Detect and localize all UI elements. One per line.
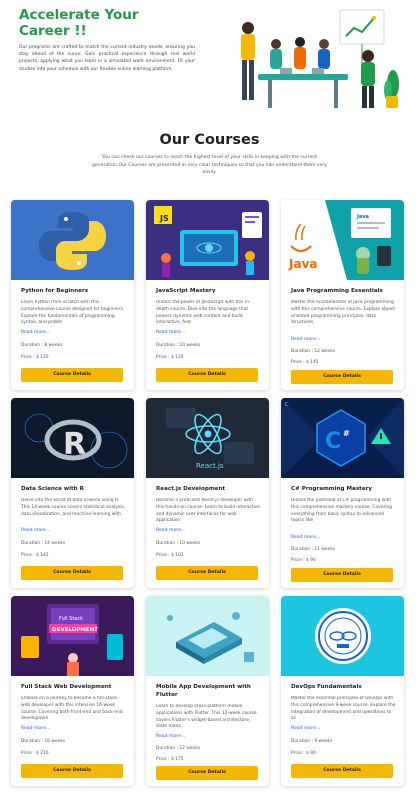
- read-more-link[interactable]: Read more...: [156, 330, 185, 335]
- course-description: Unlock the power of JavaScript with this…: [156, 300, 251, 326]
- course-description: Master the essential principles of DevOp…: [291, 696, 396, 722]
- svg-text:JS: JS: [159, 214, 169, 223]
- java-logo-icon: Java Java: [281, 200, 404, 280]
- course-duration: Duration : 16 weeks: [21, 739, 66, 744]
- course-image: Full Stack DEVELOPMENT: [11, 596, 134, 676]
- course-title: Mobile App Development with Flutter: [156, 684, 251, 698]
- course-description: Learn to develop cross-platform mobile a…: [156, 704, 257, 730]
- course-description: Learn Python from scratch with this comp…: [21, 300, 125, 326]
- course-image: JS: [146, 200, 269, 280]
- svg-text:React.js: React.js: [196, 462, 224, 470]
- hero-team-illustration: [228, 4, 400, 112]
- course-duration: Duration : 14 weeks: [21, 541, 66, 546]
- devops-badge-icon: [281, 596, 404, 676]
- svg-text:DEVELOPMENT: DEVELOPMENT: [52, 627, 98, 633]
- course-description: Unlock the potential of C# programming w…: [291, 498, 393, 524]
- course-card-flutter: Mobile App Development with Flutter Lear…: [146, 596, 269, 786]
- course-price: Price : $ 120: [21, 355, 49, 360]
- read-more-link[interactable]: Read more...: [21, 330, 50, 335]
- course-image: React.js: [146, 398, 269, 478]
- course-title: Python for Beginners: [21, 288, 89, 294]
- course-description: Master the fundamentals of Java programm…: [291, 300, 397, 326]
- course-price: Price : $ 145: [291, 360, 319, 365]
- react-logo-icon: React.js: [146, 398, 269, 478]
- course-price: Price : $ 175: [156, 757, 184, 762]
- course-image: [146, 596, 269, 676]
- read-more-link[interactable]: Read more...: [291, 535, 320, 540]
- csharp-logo-icon: C # C: [281, 398, 404, 478]
- course-description: Become a proficient React.js developer w…: [156, 498, 260, 524]
- course-description: Delve into the world of data science usi…: [21, 498, 126, 517]
- courses-section-subtitle: You can check our courses to reach the h…: [91, 155, 328, 175]
- course-title: Data Science with R: [21, 486, 84, 492]
- course-card-csharp: C # C C# Programming Mastery Unlock the …: [281, 398, 404, 588]
- python-logo-icon: [11, 200, 134, 280]
- course-card-react: React.js React.js Development Become a p…: [146, 398, 269, 588]
- course-image: R: [11, 398, 134, 478]
- svg-text:R: R: [63, 427, 86, 462]
- course-duration: Duration : 11 weeks: [291, 547, 336, 552]
- course-details-button[interactable]: Course Details: [156, 766, 258, 780]
- course-title: DevOps Fundamentals: [291, 684, 362, 690]
- course-duration: Duration : 10 weeks: [156, 541, 201, 546]
- course-card-devops: DevOps Fundamentals Master the essential…: [281, 596, 404, 786]
- svg-text:Java: Java: [288, 257, 317, 271]
- course-price: Price : $ 142: [21, 553, 49, 558]
- read-more-link[interactable]: Read more...: [156, 734, 185, 739]
- course-title: JavaScript Mastery: [156, 288, 216, 294]
- course-details-button[interactable]: Course Details: [21, 764, 123, 778]
- fullstack-illustration-icon: Full Stack DEVELOPMENT: [11, 596, 134, 676]
- course-duration: Duration : 10 weeks: [156, 343, 201, 348]
- course-title: C# Programming Mastery: [291, 486, 373, 492]
- course-details-button[interactable]: Course Details: [156, 368, 258, 382]
- course-title: React.js Development: [156, 486, 226, 492]
- course-card-python: Python for Beginners Learn Python from s…: [11, 200, 134, 390]
- course-details-button[interactable]: Course Details: [156, 566, 258, 580]
- hero-description: Our programs are crafted to match the cu…: [19, 45, 195, 72]
- course-details-button[interactable]: Course Details: [291, 370, 393, 384]
- hero-title: Accelerate Your Career !!: [19, 7, 139, 39]
- course-card-javascript: JS JavaScript Mastery Unlock the power o…: [146, 200, 269, 390]
- course-duration: Duration : 12 weeks: [156, 746, 201, 751]
- read-more-link[interactable]: Read more...: [291, 726, 320, 731]
- svg-text:#: #: [343, 429, 350, 438]
- r-logo-icon: R: [11, 398, 134, 478]
- svg-text:Full Stack: Full Stack: [59, 616, 83, 622]
- course-price: Price : $ 120: [156, 355, 184, 360]
- course-card-fullstack: Full Stack DEVELOPMENT Full Stack Web De…: [11, 596, 134, 786]
- course-details-button[interactable]: Course Details: [21, 566, 123, 580]
- course-card-java: Java Java Java Programming Essentials Ma…: [281, 200, 404, 390]
- course-duration: Duration : 8 weeks: [21, 343, 63, 348]
- course-duration: Duration : 12 weeks: [291, 349, 336, 354]
- course-title: Java Programming Essentials: [291, 288, 383, 294]
- read-more-link[interactable]: Read more...: [21, 726, 50, 731]
- course-image: [281, 596, 404, 676]
- course-image: Java Java: [281, 200, 404, 280]
- course-card-r: R Data Science with R Delve into the wor…: [11, 398, 134, 588]
- hero-section: Accelerate Your Career !! Our programs a…: [0, 0, 419, 115]
- read-more-link[interactable]: Read more...: [156, 528, 185, 533]
- javascript-illustration-icon: JS: [146, 200, 269, 280]
- svg-text:C: C: [285, 402, 289, 408]
- course-price: Price : $ 90: [291, 558, 316, 563]
- svg-text:C: C: [325, 429, 341, 454]
- course-image: [11, 200, 134, 280]
- read-more-link[interactable]: Read more...: [291, 337, 320, 342]
- course-details-button[interactable]: Course Details: [291, 764, 393, 778]
- course-duration: Duration : 9 weeks: [291, 739, 333, 744]
- mobile-app-illustration-icon: [146, 596, 269, 676]
- course-details-button[interactable]: Course Details: [21, 368, 123, 382]
- read-more-link[interactable]: Read more...: [21, 528, 50, 533]
- svg-text:Java: Java: [356, 214, 369, 220]
- course-price: Price : $ 90: [291, 751, 316, 756]
- courses-section-title: Our Courses: [159, 132, 260, 148]
- course-image: C # C: [281, 398, 404, 478]
- course-details-button[interactable]: Course Details: [291, 568, 393, 582]
- course-description: Embark on a journey to become a full-sta…: [21, 696, 123, 722]
- course-price: Price : $ 210: [21, 751, 49, 756]
- course-title: Full Stack Web Development: [21, 684, 112, 690]
- course-price: Price : $ 102: [156, 553, 184, 558]
